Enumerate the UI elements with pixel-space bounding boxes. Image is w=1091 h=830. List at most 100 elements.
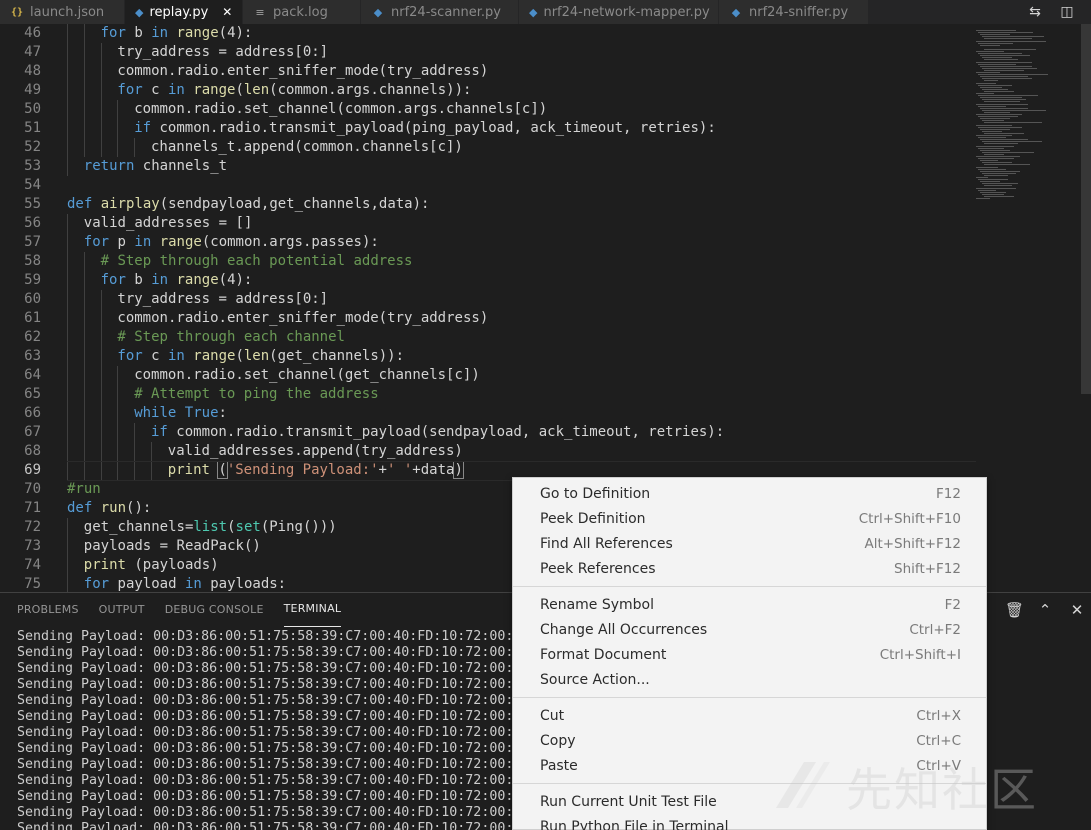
menu-item-paste[interactable]: Paste Ctrl+V [513,753,986,778]
indent-guide [83,119,85,138]
python-icon: ◆ [373,5,383,19]
menu-item-change-all-occurrences[interactable]: Change All Occurrences Ctrl+F2 [513,617,986,642]
code-line[interactable]: 66 while True: [0,404,980,423]
indent-guide [83,461,85,480]
editor-context-menu: Go to Definition F12 Peek Definition Ctrl+S… [512,477,987,830]
code-text: for c in range(len(get_channels)): [117,348,405,364]
minimap-line [982,78,1032,80]
panel-tab-output[interactable]: OUTPUT [99,593,145,627]
log-file-icon: ≡ [255,5,265,19]
maximize-panel-icon[interactable]: ⌃ [1037,601,1053,619]
indent-guide [117,138,119,157]
minimap-line [978,168,1006,170]
tab-nrf24-scanner-py[interactable]: ◆ nrf24-scanner.py [361,0,519,24]
line-number: 50 [24,101,41,117]
indent-guide [117,461,119,480]
minimap-line [984,111,1010,113]
panel-tab-terminal[interactable]: TERMINAL [283,593,342,627]
code-line[interactable]: 67 if common.radio.transmit_payload(sendp… [0,423,980,442]
menu-item-cut[interactable]: Cut Ctrl+X [513,703,986,728]
code-line[interactable]: 68 valid_addresses.append(try_address) [0,442,980,461]
code-text: return channels_t [83,158,228,174]
minimap-line [980,149,1010,151]
minimap-line [976,40,1046,42]
minimap-line [982,183,1018,185]
editor-scrollbar[interactable] [1081,24,1091,592]
editor-scroll-thumb[interactable] [1081,24,1091,394]
code-line[interactable]: 59 for b in range(4): [0,271,980,290]
menu-item-go-to-definition[interactable]: Go to Definition F12 [513,481,986,506]
close-icon[interactable]: ✕ [222,5,232,19]
minimap-line [984,59,1018,61]
trash-icon[interactable]: 🗑 [1005,601,1024,619]
tab-nrf24-network-mapper-py[interactable]: ◆ nrf24-network-mapper.py [519,0,719,24]
tab-nrf24-sniffer-py[interactable]: ◆ nrf24-sniffer.py [719,0,869,24]
minimap-line [982,120,1004,122]
code-line[interactable]: 49 for c in range(len(common.args.channel… [0,81,980,100]
code-line[interactable]: 46 for b in range(4): [0,24,980,43]
code-line[interactable]: 64 common.radio.set_channel(get_channels[… [0,366,980,385]
code-line[interactable]: 61 common.radio.enter_sniffer_mode(try_ad… [0,309,980,328]
menu-item-copy[interactable]: Copy Ctrl+C [513,728,986,753]
indent-guide [100,119,102,138]
split-editor-icon[interactable]: ◫ [1057,4,1077,20]
line-number: 64 [24,367,41,383]
code-line[interactable]: 51 if common.radio.transmit_payload(ping_… [0,119,980,138]
minimap-line [976,103,1028,105]
code-line[interactable]: 60 try_address = address[0:] [0,290,980,309]
menu-item-shortcut: Shift+F12 [894,560,961,577]
code-line[interactable]: 48 common.radio.enter_sniffer_mode(try_ad… [0,62,980,81]
minimap-line [978,105,1006,107]
code-line[interactable]: 62 # Step through each channel [0,328,980,347]
menu-item-run-python-file-in-terminal[interactable]: Run Python File in Terminal [513,814,986,830]
menu-item-find-all-references[interactable]: Find All References Alt+Shift+F12 [513,531,986,556]
code-text: valid_addresses = [] [83,215,253,231]
indent-guide [117,366,119,385]
code-line[interactable]: 53 return channels_t [0,157,980,176]
open-changes-icon[interactable]: ⇆ [1025,4,1045,20]
python-icon: ◆ [529,5,538,19]
minimap-line [980,118,1010,120]
menu-item-source-action[interactable]: Source Action... [513,667,986,692]
line-number: 62 [24,329,41,345]
code-line[interactable]: 63 for c in range(len(get_channels)): [0,347,980,366]
menu-item-format-document[interactable]: Format Document Ctrl+Shift+I [513,642,986,667]
tab-pack-log[interactable]: ≡ pack.log [243,0,361,24]
code-line[interactable]: 55 def airplay(sendpayload,get_channels,d… [0,195,980,214]
minimap-line [984,101,1020,103]
indent-guide [117,119,119,138]
menu-item-peek-definition[interactable]: Peek Definition Ctrl+Shift+F10 [513,506,986,531]
minimap-line [980,107,1028,109]
line-number: 60 [24,291,41,307]
minimap[interactable] [972,24,1082,592]
code-line[interactable]: 56 valid_addresses = [] [0,214,980,233]
code-line[interactable]: 58 # Step through each potential address [0,252,980,271]
menu-item-rename-symbol[interactable]: Rename Symbol F2 [513,592,986,617]
menu-item-run-current-unit-test-file[interactable]: Run Current Unit Test File [513,789,986,814]
code-line[interactable]: 57 for p in range(common.args.passes): [0,233,980,252]
code-line[interactable]: 52 channels_t.append(common.channels[c]) [0,138,980,157]
tab-launch-json[interactable]: {} launch.json [0,0,125,24]
tab-replay-py[interactable]: ◆ replay.py ✕ [125,0,243,24]
minimap-line [982,151,1034,153]
minimap-line [980,34,1010,36]
code-text: for b in range(4): [100,25,253,41]
panel-tab-debug-console[interactable]: DEBUG CONSOLE [165,593,264,627]
panel-tab-problems[interactable]: PROBLEMS [17,593,79,627]
close-panel-icon[interactable]: ✕ [1069,601,1085,619]
code-line[interactable]: 54 [0,176,980,195]
code-line[interactable]: 50 common.radio.set_channel(common.args.c… [0,100,980,119]
menu-item-peek-references[interactable]: Peek References Shift+F12 [513,556,986,581]
tab-label: nrf24-sniffer.py [749,4,849,20]
code-line[interactable]: 47 try_address = address[0:] [0,43,980,62]
minimap-line [976,82,996,84]
menu-item-label: Go to Definition [540,485,651,502]
code-line[interactable]: 65 # Attempt to ping the address [0,385,980,404]
menu-item-shortcut: Ctrl+X [916,707,961,724]
menu-item-label: Change All Occurrences [540,621,708,638]
indent-guide [100,43,102,62]
indent-guide [100,366,102,385]
minimap-line [982,67,1037,69]
indent-guide [151,461,152,480]
minimap-line [982,99,1026,101]
